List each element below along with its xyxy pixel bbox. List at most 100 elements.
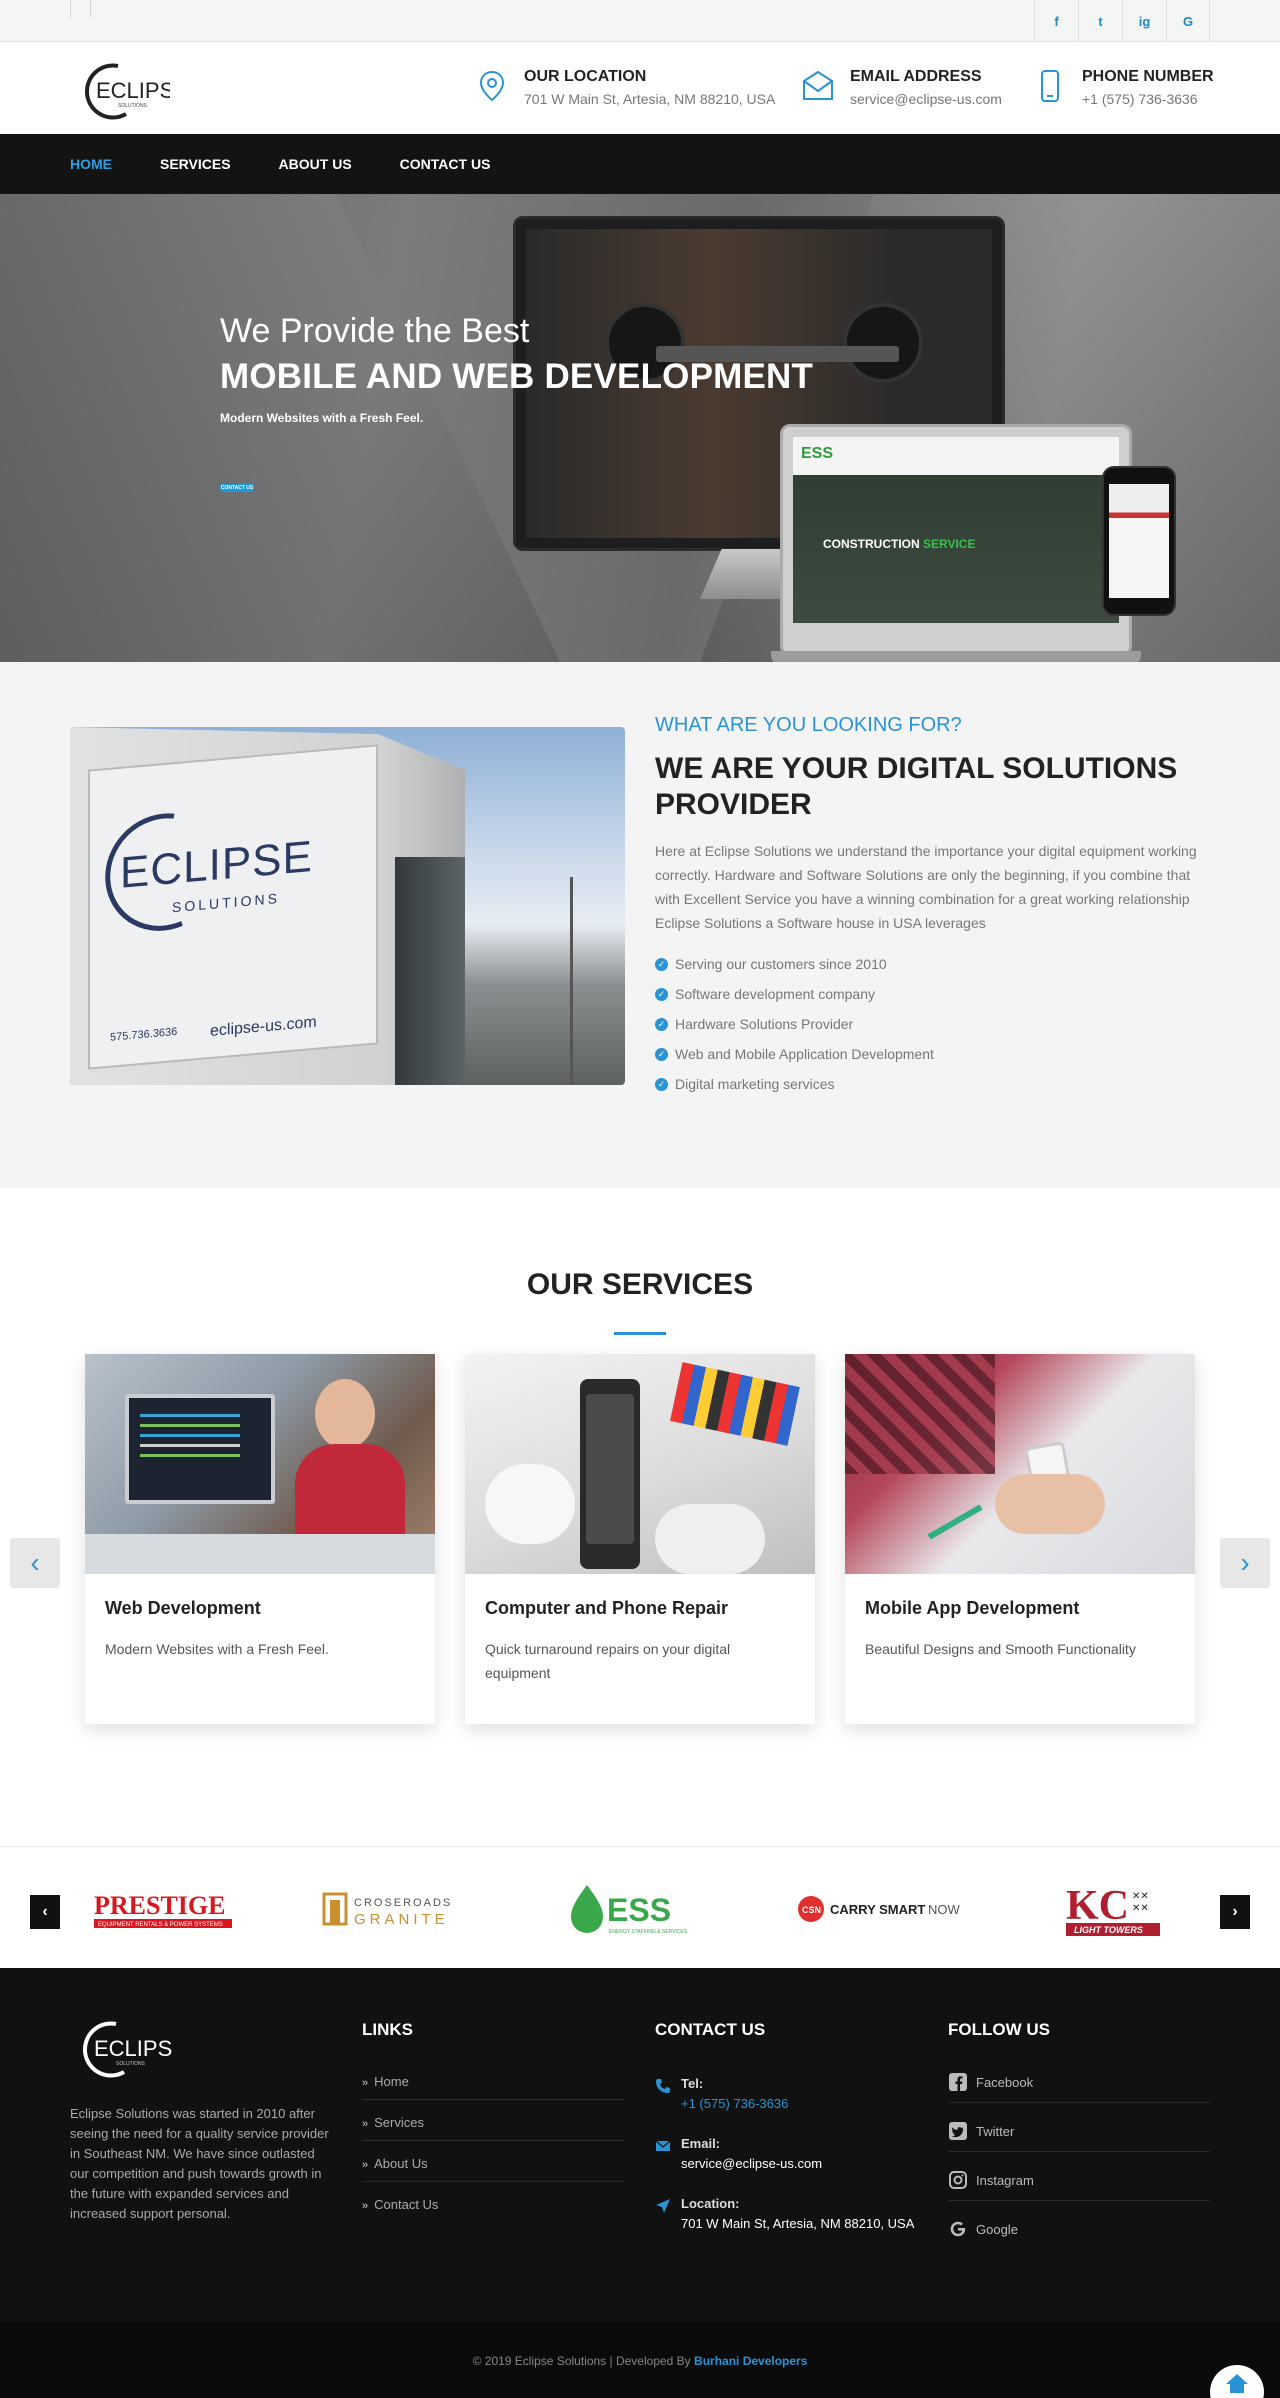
copyright-text: © 2019 Eclipse Solutions | Developed By … — [472, 2354, 808, 2368]
map-pin-icon — [479, 70, 505, 102]
service-card-desc: Beautiful Designs and Smooth Functionali… — [865, 1641, 1136, 1657]
service-card-mobile-app-development[interactable]: Mobile App Development Beautiful Designs… — [845, 1354, 1195, 1724]
clients-next-button[interactable]: › — [1220, 1895, 1250, 1929]
plaid-shirt — [845, 1354, 995, 1474]
phone-label: PHONE NUMBER — [1082, 68, 1214, 85]
footer-follow-twitter[interactable]: Twitter — [948, 2121, 1210, 2152]
svg-text:ENERGY STAFFING & SERVICES: ENERGY STAFFING & SERVICES — [609, 1929, 688, 1935]
location-value: 701 W Main St, Artesia, NM 88210, USA — [681, 2216, 915, 2231]
svg-text:CROSEROADS: CROSEROADS — [354, 1897, 452, 1909]
feature-item: ✓ Software development company — [655, 979, 1215, 1009]
desk — [85, 1534, 435, 1574]
eclipse-logo[interactable]: ECLIPSE SOLUTIONS — [78, 58, 170, 120]
about-title: WE ARE YOUR DIGITAL SOLUTIONS PROVIDER — [655, 752, 1178, 821]
client-logo-prestige[interactable]: PRESTIGE EQUIPMENT RENTALS & POWER SYSTE… — [88, 1877, 238, 1941]
about-content: WHAT ARE YOU LOOKING FOR? WE ARE YOUR DI… — [655, 714, 1215, 1099]
person-head — [315, 1379, 375, 1449]
feature-item: ✓ Web and Mobile Application Development — [655, 1039, 1215, 1069]
footer-contact-title: CONTACT US — [655, 2020, 766, 2039]
gloved-hand — [655, 1504, 765, 1574]
service-card-desc: Modern Websites with a Fresh Feel. — [105, 1641, 329, 1657]
nav-about-us[interactable]: ABOUT US — [279, 156, 352, 172]
nav-contact-us[interactable]: CONTACT US — [400, 156, 491, 172]
service-card-desc: Quick turnaround repairs on your digital… — [485, 1641, 731, 1681]
envelope-icon — [803, 70, 833, 100]
phone-value[interactable]: +1 (575) 736-3636 — [1082, 91, 1214, 107]
check-circle-icon: ✓ — [655, 957, 668, 971]
hero-laptop-image: ESS CONSTRUCTION SERVICE — [771, 424, 1141, 662]
tel-value[interactable]: +1 (575) 736-3636 — [681, 2096, 788, 2111]
hero-heading-line-1: We Provide the Best — [220, 312, 530, 350]
double-chevron-icon: » — [362, 2118, 369, 2130]
mobile-phone-icon — [1041, 70, 1059, 102]
facebook-icon[interactable]: f — [1034, 0, 1078, 42]
footer-contact-tel: Tel: +1 (575) 736-3636 — [655, 2076, 788, 2111]
laptop-base — [771, 651, 1141, 662]
nav-home[interactable]: HOME — [70, 156, 112, 172]
phone-icon — [656, 2079, 670, 2093]
client-logo-croseroads-granite[interactable]: CROSEROADS GRANITE — [320, 1877, 482, 1941]
svg-text:NOW: NOW — [928, 1902, 961, 1917]
scroll-to-top-button[interactable] — [1210, 2365, 1264, 2398]
svg-text:KC: KC — [1066, 1883, 1129, 1929]
laptop-screen-header — [793, 437, 1119, 475]
client-logo-ess[interactable]: ESS ENERGY STAFFING & SERVICES — [565, 1877, 713, 1941]
footer-follow-facebook[interactable]: Facebook — [948, 2072, 1210, 2103]
twitter-icon[interactable]: t — [1078, 0, 1122, 42]
google-icon[interactable]: G — [1166, 0, 1210, 42]
carousel-next-button[interactable]: › — [1220, 1538, 1270, 1588]
street-pole — [570, 877, 573, 1085]
footer-eclipse-logo[interactable]: ECLIPSE SOLUTIONS — [76, 2016, 172, 2078]
footer-link-contact-us[interactable]: » Contact Us — [362, 2197, 624, 2222]
svg-text:ECLIPSE: ECLIPSE — [96, 78, 170, 103]
service-card-web-development[interactable]: Web Development Modern Websites with a F… — [85, 1354, 435, 1724]
service-card-title: Computer and Phone Repair — [485, 1598, 729, 1618]
phone-internals — [586, 1394, 634, 1544]
main-navigation: HOME SERVICES ABOUT US CONTACT US — [0, 134, 1280, 194]
kc-light-towers-logo: KC ✕✕ ✕✕ LIGHT TOWERS — [1066, 1883, 1160, 1936]
instagram-icon[interactable]: ig — [1122, 0, 1166, 42]
check-circle-icon: ✓ — [655, 1077, 668, 1091]
service-card-computer-phone-repair[interactable]: Computer and Phone Repair Quick turnarou… — [465, 1354, 815, 1724]
about-feature-list: ✓ Serving our customers since 2010 ✓ Softw… — [655, 949, 1215, 1099]
footer-link-services[interactable]: » Services — [362, 2115, 624, 2141]
location-label: OUR LOCATION — [524, 68, 647, 85]
services-title-underline — [614, 1332, 666, 1335]
top-bar: f t ig G — [0, 0, 1280, 42]
check-circle-icon: ✓ — [655, 1017, 668, 1031]
email-value[interactable]: service@eclipse-us.com — [681, 2156, 822, 2171]
header-phone: PHONE NUMBER +1 (575) 736-3636 — [1030, 66, 1214, 107]
location-value: 701 W Main St, Artesia, NM 88210, USA — [524, 91, 776, 107]
service-card-title: Web Development — [105, 1598, 261, 1618]
home-up-icon — [1226, 2374, 1248, 2393]
building-door — [395, 857, 465, 1085]
footer-link-home[interactable]: » Home — [362, 2074, 624, 2100]
header-email: EMAIL ADDRESS service@eclipse-us.com — [798, 66, 1002, 107]
email-value[interactable]: service@eclipse-us.com — [850, 91, 1002, 107]
carousel-prev-button[interactable]: ‹ — [10, 1538, 60, 1588]
code-lines — [140, 1414, 240, 1417]
hero-contact-button[interactable]: CONTACT US — [220, 484, 254, 492]
clients-prev-button[interactable]: ‹ — [30, 1895, 60, 1929]
location-arrow-icon — [656, 2199, 670, 2213]
about-section: ECLIPSE SOLUTIONS 575.736.3636 eclipse-u… — [0, 662, 1280, 1188]
footer-follow-instagram[interactable]: Instagram — [948, 2170, 1210, 2201]
about-kicker: WHAT ARE YOU LOOKING FOR? — [655, 714, 962, 736]
nav-services[interactable]: SERVICES — [160, 156, 231, 172]
top-social-links: f t ig G — [1034, 0, 1210, 42]
services-section: OUR SERVICES ‹ › Web Development Modern … — [0, 1188, 1280, 1846]
client-logo-carry-smart-now[interactable]: CSN CARRY SMART NOW — [796, 1877, 966, 1941]
sign-website: eclipse-us.com — [210, 1013, 317, 1041]
footer-link-about-us[interactable]: » About Us — [362, 2156, 624, 2182]
web-development-photo — [85, 1354, 435, 1574]
marker-pen — [927, 1504, 983, 1540]
hero-banner: ESS CONSTRUCTION SERVICE We Provide the … — [0, 194, 1280, 662]
developer-link[interactable]: Burhani Developers — [694, 2354, 807, 2368]
double-chevron-icon: » — [362, 2077, 369, 2089]
top-bar-divider — [90, 0, 91, 18]
client-logo-kc-light-towers[interactable]: KC ✕✕ ✕✕ LIGHT TOWERS — [1062, 1877, 1166, 1941]
svg-text:CARRY SMART: CARRY SMART — [830, 1902, 925, 1917]
footer-follow-google[interactable]: Google — [948, 2219, 1210, 2249]
footer-links-title: LINKS — [362, 2020, 413, 2039]
envelope-icon — [655, 2140, 671, 2151]
